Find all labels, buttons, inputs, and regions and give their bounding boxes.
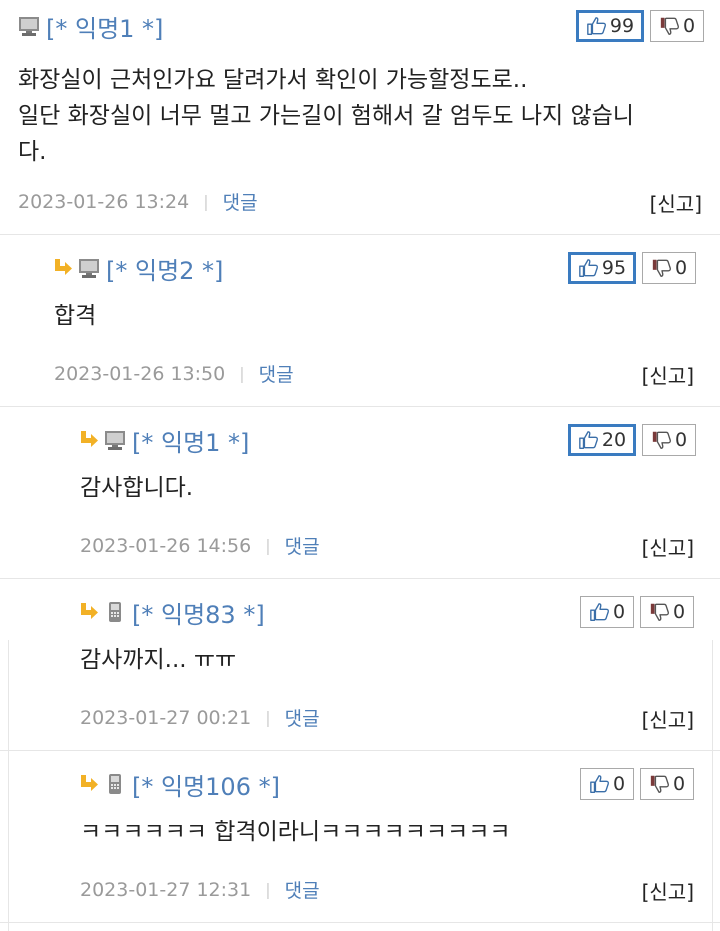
comment-author[interactable]: [* 익명1 *]: [132, 423, 249, 458]
mobile-icon: [104, 773, 126, 795]
dislike-count: 0: [672, 601, 686, 623]
reply-link[interactable]: 댓글: [285, 532, 320, 559]
comment-item: [* 익명106 *] 0 0 ㅋㅋㅋㅋㅋㅋ 합격이라니ㅋㅋㅋㅋㅋㅋㅋㅋㅋ 20…: [0, 766, 720, 922]
report-link[interactable]: [신고]: [642, 532, 694, 561]
reply-link[interactable]: 댓글: [285, 704, 320, 731]
comment-body: 합격: [54, 303, 97, 329]
report-link[interactable]: [신고]: [650, 188, 702, 217]
thumbs-down-icon: [649, 773, 671, 795]
dislike-count: 0: [674, 429, 688, 451]
comment-body: 감사까지... ㅠㅠ: [80, 647, 237, 673]
comment-item: [* 익명2 *] 95 0 합격 2023-01-26 13:50 | 댓글 …: [0, 250, 720, 406]
thumbs-up-icon: [578, 429, 600, 451]
comment-timestamp: 2023-01-26 13:50: [54, 362, 226, 385]
like-count: 20: [601, 429, 627, 451]
reply-arrow-icon: [78, 601, 100, 623]
like-button[interactable]: 20: [568, 424, 636, 456]
thumbs-up-icon: [586, 15, 608, 37]
dislike-count: 0: [682, 15, 696, 37]
thumbs-down-icon: [651, 257, 673, 279]
divider: |: [203, 192, 209, 211]
comment-timestamp: 2023-01-27 00:21: [80, 706, 252, 729]
dislike-button[interactable]: 0: [640, 768, 694, 800]
thumbs-down-icon: [659, 15, 681, 37]
like-button[interactable]: 95: [568, 252, 636, 284]
report-link[interactable]: [신고]: [642, 360, 694, 389]
thumbs-up-icon: [589, 601, 611, 623]
thumbs-up-icon: [589, 773, 611, 795]
like-count: 95: [601, 257, 627, 279]
comment-timestamp: 2023-01-26 14:56: [80, 534, 252, 557]
pc-icon: [78, 257, 100, 279]
pc-icon: [18, 15, 40, 37]
pc-icon: [104, 429, 126, 451]
comment-body: ㅋㅋㅋㅋㅋㅋ 합격이라니ㅋㅋㅋㅋㅋㅋㅋㅋㅋ: [80, 819, 511, 845]
comment-item: [* 익명1 *] 20 0 감사합니다. 2023-01-26 14:56 |…: [0, 422, 720, 578]
comment-timestamp: 2023-01-27 12:31: [80, 878, 252, 901]
dislike-count: 0: [672, 773, 686, 795]
comment-author[interactable]: [* 익명106 *]: [132, 767, 280, 802]
reply-arrow-icon: [78, 429, 100, 451]
like-count: 0: [612, 773, 626, 795]
mobile-icon: [104, 601, 126, 623]
reply-arrow-icon: [78, 773, 100, 795]
dislike-button[interactable]: 0: [642, 424, 696, 456]
thumbs-down-icon: [651, 429, 673, 451]
comment-author[interactable]: [* 익명2 *]: [106, 251, 223, 286]
like-button[interactable]: 0: [580, 596, 634, 628]
divider: |: [265, 880, 271, 899]
reply-link[interactable]: 댓글: [259, 360, 294, 387]
like-count: 99: [609, 15, 635, 37]
dislike-button[interactable]: 0: [650, 10, 704, 42]
comment-item: [* 익명1 *] 99 0 화장실이 근처인가요 달려가서 확인이 가능할정도…: [0, 8, 720, 234]
reply-link[interactable]: 댓글: [285, 876, 320, 903]
dislike-button[interactable]: 0: [642, 252, 696, 284]
report-link[interactable]: [신고]: [642, 704, 694, 733]
comment-author[interactable]: [* 익명1 *]: [46, 9, 163, 44]
comment-body: 화장실이 근처인가요 달려가서 확인이 가능할정도로.. 일단 화장실이 너무 …: [18, 67, 634, 165]
report-link[interactable]: [신고]: [642, 876, 694, 905]
thumbs-up-icon: [578, 257, 600, 279]
like-button[interactable]: 99: [576, 10, 644, 42]
dislike-button[interactable]: 0: [640, 596, 694, 628]
comment-author[interactable]: [* 익명83 *]: [132, 595, 265, 630]
reply-arrow-icon: [52, 257, 74, 279]
reply-link[interactable]: 댓글: [223, 188, 258, 215]
dislike-count: 0: [674, 257, 688, 279]
comment-timestamp: 2023-01-26 13:24: [18, 190, 190, 213]
like-button[interactable]: 0: [580, 768, 634, 800]
thumbs-down-icon: [649, 601, 671, 623]
like-count: 0: [612, 601, 626, 623]
divider: |: [239, 364, 245, 383]
comment-body: 감사합니다.: [80, 475, 194, 501]
comment-item: [* 익명83 *] 0 0 감사까지... ㅠㅠ 2023-01-27 00:…: [0, 594, 720, 750]
divider: |: [265, 536, 271, 555]
divider: |: [265, 708, 271, 727]
